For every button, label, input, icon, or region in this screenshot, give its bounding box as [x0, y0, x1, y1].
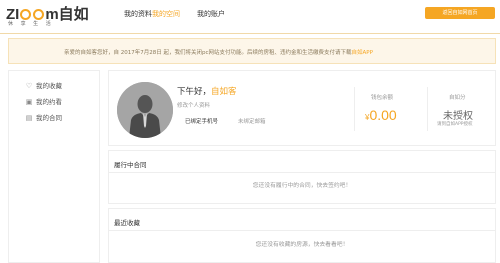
section-title: 最近收藏	[114, 219, 140, 227]
contracts-section: 履行中合同 您还没有履行中的合同，快去签约吧！	[108, 150, 496, 204]
sidebar-item-viewings[interactable]: ▣ 我的约看	[25, 96, 62, 106]
logo-ring-icon	[33, 9, 45, 20]
favorites-empty-message: 您还没有收藏的房源，快去看看吧！	[255, 242, 349, 248]
sidebar-item-favorites[interactable]: ♡ 我的收藏	[25, 80, 62, 90]
header-divider	[0, 33, 500, 34]
contracts-empty-message: 您还没有履行中的合同，快去签约吧！	[252, 183, 352, 189]
notice-banner: 亲爱的自如客您好，自 2017年7月28日 起，我们将关闭pc网站支付功能。后续…	[8, 38, 496, 64]
wallet-label: 钱包余额	[371, 95, 394, 101]
document-icon: ▤	[25, 114, 33, 122]
credit-authorize-hint: 请到自如APP授权	[437, 122, 473, 127]
logo-tagline: 休 享 生 活	[8, 21, 54, 27]
greeting: 下午好，自如客	[177, 87, 237, 97]
username: 自如客	[211, 87, 237, 97]
sidebar-item-label: 我的合同	[36, 114, 62, 122]
download-app-link[interactable]: 自如APP	[352, 50, 373, 56]
profile-card: 下午好，自如客 修改个人资料 已绑定手机号 未绑定邮箱 钱包余额 ¥0.00 自…	[108, 70, 496, 146]
notice-message: 亲爱的自如客您好，自 2017年7月28日 起，我们将关闭pc网站支付功能。后续…	[64, 50, 352, 56]
edit-profile-link[interactable]: 修改个人资料	[177, 101, 210, 109]
nav-my-account[interactable]: 我的账户	[197, 9, 225, 19]
avatar[interactable]	[117, 82, 173, 138]
section-title: 履行中合同	[114, 161, 147, 169]
logo-ring-icon	[20, 9, 32, 20]
default-user-icon	[117, 82, 173, 138]
vertical-divider	[354, 87, 355, 131]
wallet-balance: ¥0.00	[365, 107, 397, 123]
vertical-divider	[427, 87, 428, 131]
nav-my-space[interactable]: 我的空间	[152, 9, 180, 19]
page: ZI m自如 休 享 生 活 我的资料 我的空间 我的账户 返回自如网首页 亲爱的…	[0, 0, 500, 263]
phone-bound-status[interactable]: 已绑定手机号	[185, 117, 218, 125]
section-divider	[109, 230, 495, 231]
calendar-icon: ▣	[25, 98, 33, 106]
back-to-home-button[interactable]: 返回自如网首页	[425, 7, 495, 19]
notice-text: 亲爱的自如客您好，自 2017年7月28日 起，我们将关闭pc网站支付功能。后续…	[64, 48, 373, 56]
favorites-section: 最近收藏 您还没有收藏的房源，快去看看吧！	[108, 208, 496, 263]
sidebar-item-label: 我的约看	[36, 98, 62, 106]
sidebar: ♡ 我的收藏 ▣ 我的约看 ▤ 我的合同	[8, 70, 100, 263]
email-unbound-status[interactable]: 未绑定邮箱	[238, 117, 266, 125]
sidebar-item-label: 我的收藏	[36, 82, 62, 90]
sidebar-item-contracts[interactable]: ▤ 我的合同	[25, 112, 62, 122]
top-header: ZI m自如 休 享 生 活 我的资料 我的空间 我的账户 返回自如网首页	[0, 0, 500, 30]
section-divider	[109, 172, 495, 173]
nav-my-profile[interactable]: 我的资料	[124, 9, 152, 19]
credit-score-value: 未授权	[443, 111, 473, 122]
heart-icon: ♡	[25, 82, 33, 90]
credit-score-label: 自如分	[449, 95, 466, 101]
